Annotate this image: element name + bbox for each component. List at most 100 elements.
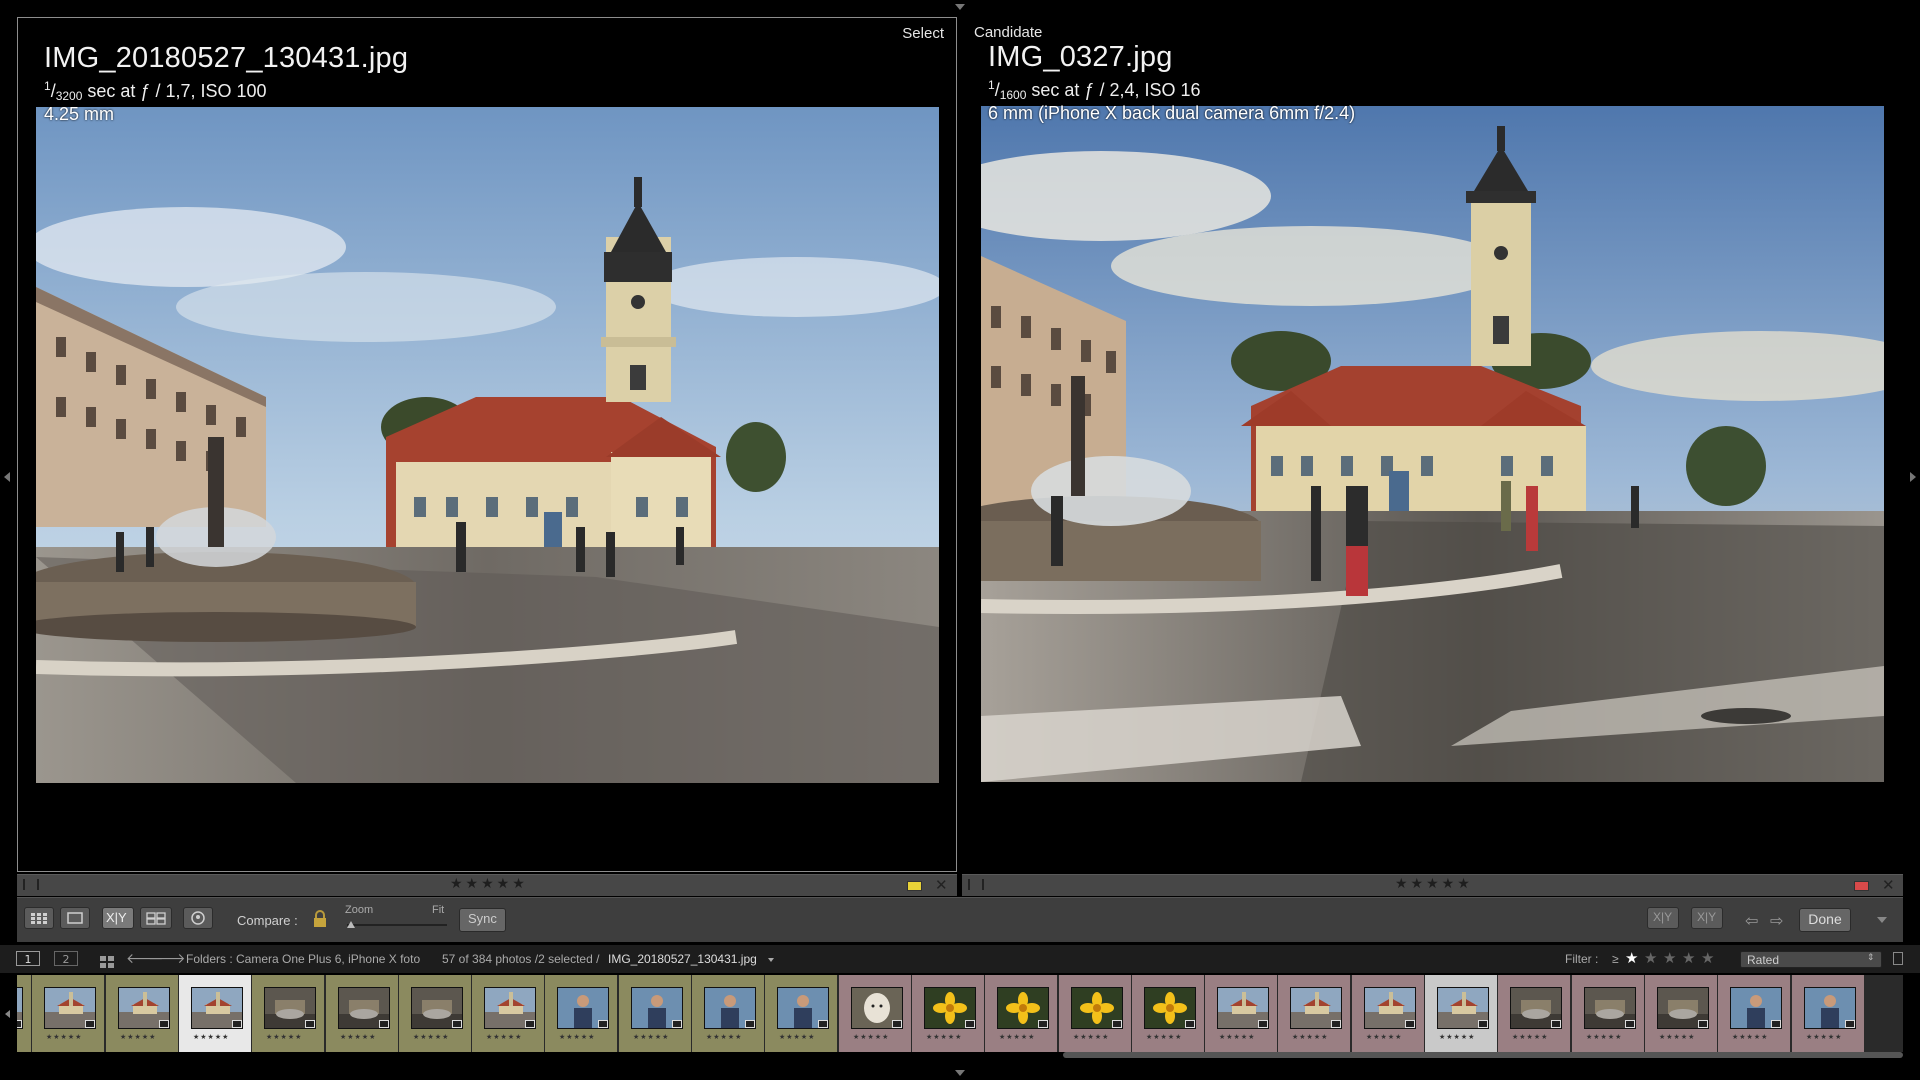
filmstrip-cell[interactable]: ★★★★★ [1572, 975, 1644, 1052]
filmstrip-cell[interactable]: ★★★★★ [692, 975, 764, 1052]
filmstrip-cell[interactable]: ★★★★★ [326, 975, 398, 1052]
filmstrip-cell[interactable]: ★★★★★ [985, 975, 1057, 1052]
left-panel-arrow-icon[interactable] [4, 472, 10, 482]
thumbnail-star-rating[interactable]: ★★★★★ [1146, 1033, 1182, 1041]
filter-star-3-icon[interactable]: ★ [1663, 949, 1676, 967]
lock-icon[interactable] [313, 910, 327, 928]
filter-star-1-icon[interactable]: ★ [1625, 949, 1638, 967]
filmstrip-cell[interactable]: ★★★★★ [1718, 975, 1790, 1052]
candidate-star-rating[interactable]: ★★★★★ [1395, 876, 1473, 892]
survey-view-icon[interactable] [140, 907, 172, 929]
filmstrip-cell[interactable]: ★★★★★ [32, 975, 104, 1052]
candidate-close-icon[interactable]: ✕ [1882, 876, 1895, 894]
sync-button[interactable]: Sync [459, 908, 506, 932]
swap-button[interactable]: X|Y [1647, 907, 1679, 929]
thumbnail-star-rating[interactable]: ★★★★★ [120, 1033, 156, 1041]
filmstrip-cell[interactable]: ★★★★★ [1645, 975, 1717, 1052]
filmstrip-cell[interactable]: ★★★★★ [1132, 975, 1204, 1052]
filmstrip-cell[interactable]: ★★★★★ [1792, 975, 1864, 1052]
compare-view-button[interactable]: X|Y [102, 907, 134, 929]
thumbnail-star-rating[interactable]: ★★★★★ [559, 1033, 595, 1041]
select-pane[interactable]: Select IMG_20180527_130431.jpg 1/3200 se… [17, 17, 957, 872]
filmstrip-cell-selected[interactable]: ★★★★★ [1425, 975, 1497, 1052]
thumbnail-star-rating[interactable]: ★★★★★ [633, 1033, 669, 1041]
previous-photo-icon[interactable]: ⇦ [1745, 911, 1758, 930]
bottom-panel-arrow-icon[interactable] [955, 1070, 965, 1076]
thumbnail-star-rating[interactable]: ★★★★★ [1439, 1033, 1475, 1041]
filmstrip-cell[interactable]: ★★★★★ [17, 975, 31, 1052]
filmstrip-cell[interactable]: ★★★★★ [399, 975, 471, 1052]
filter-preset-select[interactable]: Rated ⇕ [1740, 951, 1882, 968]
thumbnail-star-rating[interactable]: ★★★★★ [926, 1033, 962, 1041]
select-color-label[interactable] [907, 881, 922, 891]
thumbnail-star-rating[interactable]: ★★★★★ [413, 1033, 449, 1041]
thumbnail-star-rating[interactable]: ★★★★★ [779, 1033, 815, 1041]
selected-file-name[interactable]: IMG_20180527_130431.jpg [608, 952, 757, 966]
filmstrip-cell[interactable]: ★★★★★ [1352, 975, 1424, 1052]
right-panel-arrow-icon[interactable] [1910, 472, 1916, 482]
toolbar-options-chevron-icon[interactable] [1877, 917, 1887, 923]
filter-star-5-icon[interactable]: ★ [1701, 949, 1714, 967]
filmstrip-scrollbar[interactable] [1063, 1052, 1903, 1058]
unflag-icon[interactable] [23, 879, 35, 890]
source-path[interactable]: Folders : Camera One Plus 6, iPhone X fo… [186, 952, 420, 966]
forward-arrow-icon[interactable]: 🡒 [148, 950, 186, 967]
thumbnail-star-rating[interactable]: ★★★★★ [1806, 1033, 1842, 1041]
filmstrip-cell[interactable]: ★★★★★ [765, 975, 837, 1052]
thumbnail-star-rating[interactable]: ★★★★★ [853, 1033, 889, 1041]
thumbnail-star-rating[interactable]: ★★★★★ [706, 1033, 742, 1041]
flag-icon[interactable] [37, 879, 49, 890]
thumbnail-star-rating[interactable]: ★★★★★ [1073, 1033, 1109, 1041]
done-button[interactable]: Done [1799, 908, 1851, 932]
thumbnail-star-rating[interactable]: ★★★★★ [1732, 1033, 1768, 1041]
grid-view-icon[interactable] [24, 907, 54, 929]
thumbnail-star-rating[interactable]: ★★★★★ [340, 1033, 376, 1041]
thumbnail-star-rating[interactable]: ★★★★★ [1292, 1033, 1328, 1041]
thumbnail-star-rating[interactable]: ★★★★★ [999, 1033, 1035, 1041]
select-photo[interactable] [36, 107, 939, 783]
thumbnail-star-rating[interactable]: ★★★★★ [1219, 1033, 1255, 1041]
thumbnail-star-rating[interactable]: ★★★★★ [1659, 1033, 1695, 1041]
filmstrip-cell[interactable]: ★★★★★ [1498, 975, 1570, 1052]
flag-icon[interactable] [982, 879, 994, 890]
filmstrip-cell[interactable]: ★★★★★ [1059, 975, 1131, 1052]
filter-operator[interactable]: ≥ [1612, 952, 1619, 966]
next-photo-icon[interactable]: ⇨ [1770, 911, 1783, 930]
thumbnail-star-rating[interactable]: ★★★★★ [193, 1033, 229, 1041]
zoom-slider-thumb[interactable] [347, 921, 355, 928]
primary-window-button[interactable]: 1 [16, 951, 40, 966]
filmstrip-cell[interactable]: ★★★★★ [1205, 975, 1277, 1052]
select-close-icon[interactable]: ✕ [935, 876, 948, 894]
top-panel-arrow-icon[interactable] [955, 4, 965, 10]
people-view-icon[interactable] [183, 907, 213, 929]
filmstrip-cell[interactable]: ★★★★★ [912, 975, 984, 1052]
loupe-view-icon[interactable] [60, 907, 90, 929]
select-star-rating[interactable]: ★★★★★ [450, 876, 528, 892]
filter-star-4-icon[interactable]: ★ [1682, 949, 1695, 967]
filmstrip-cell[interactable]: ★★★★★ [545, 975, 617, 1052]
secondary-window-button[interactable]: 2 [54, 951, 78, 966]
filter-star-2-icon[interactable]: ★ [1644, 949, 1657, 967]
candidate-pane[interactable]: Candidate IMG_0327.jpg 1/1600 sec at ƒ /… [962, 17, 1903, 872]
thumbnail-star-rating[interactable]: ★★★★★ [1512, 1033, 1548, 1041]
grid-icon[interactable] [100, 953, 114, 972]
unflag-icon[interactable] [968, 879, 980, 890]
thumbnail-star-rating[interactable]: ★★★★★ [46, 1033, 82, 1041]
candidate-photo[interactable] [981, 106, 1884, 782]
thumbnail-star-rating[interactable]: ★★★★★ [486, 1033, 522, 1041]
filmstrip-scroll-left-icon[interactable] [5, 1010, 10, 1018]
filmstrip-cell-selected[interactable]: ★★★★★ [179, 975, 251, 1052]
file-menu-chevron-icon[interactable] [768, 958, 774, 962]
zoom-slider-track[interactable] [347, 924, 447, 926]
filmstrip-cell[interactable]: ★★★★★ [472, 975, 544, 1052]
thumbnail-star-rating[interactable]: ★★★★★ [1366, 1033, 1402, 1041]
filmstrip-cell[interactable]: ★★★★★ [252, 975, 324, 1052]
filmstrip[interactable]: ★★★★★ ★★★★★ ★★★★★ ★★★★★ ★★★★★ ★★★★★ ★★★★★ ★★★★★… [17, 975, 1903, 1052]
filmstrip-cell[interactable]: ★★★★★ [839, 975, 911, 1052]
thumbnail-star-rating[interactable]: ★★★★★ [1586, 1033, 1622, 1041]
make-select-button[interactable]: X|Y [1691, 907, 1723, 929]
filmstrip-cell[interactable]: ★★★★★ [619, 975, 691, 1052]
candidate-color-label[interactable] [1854, 881, 1869, 891]
filter-lock-icon[interactable] [1893, 952, 1903, 965]
filmstrip-cell[interactable]: ★★★★★ [106, 975, 178, 1052]
